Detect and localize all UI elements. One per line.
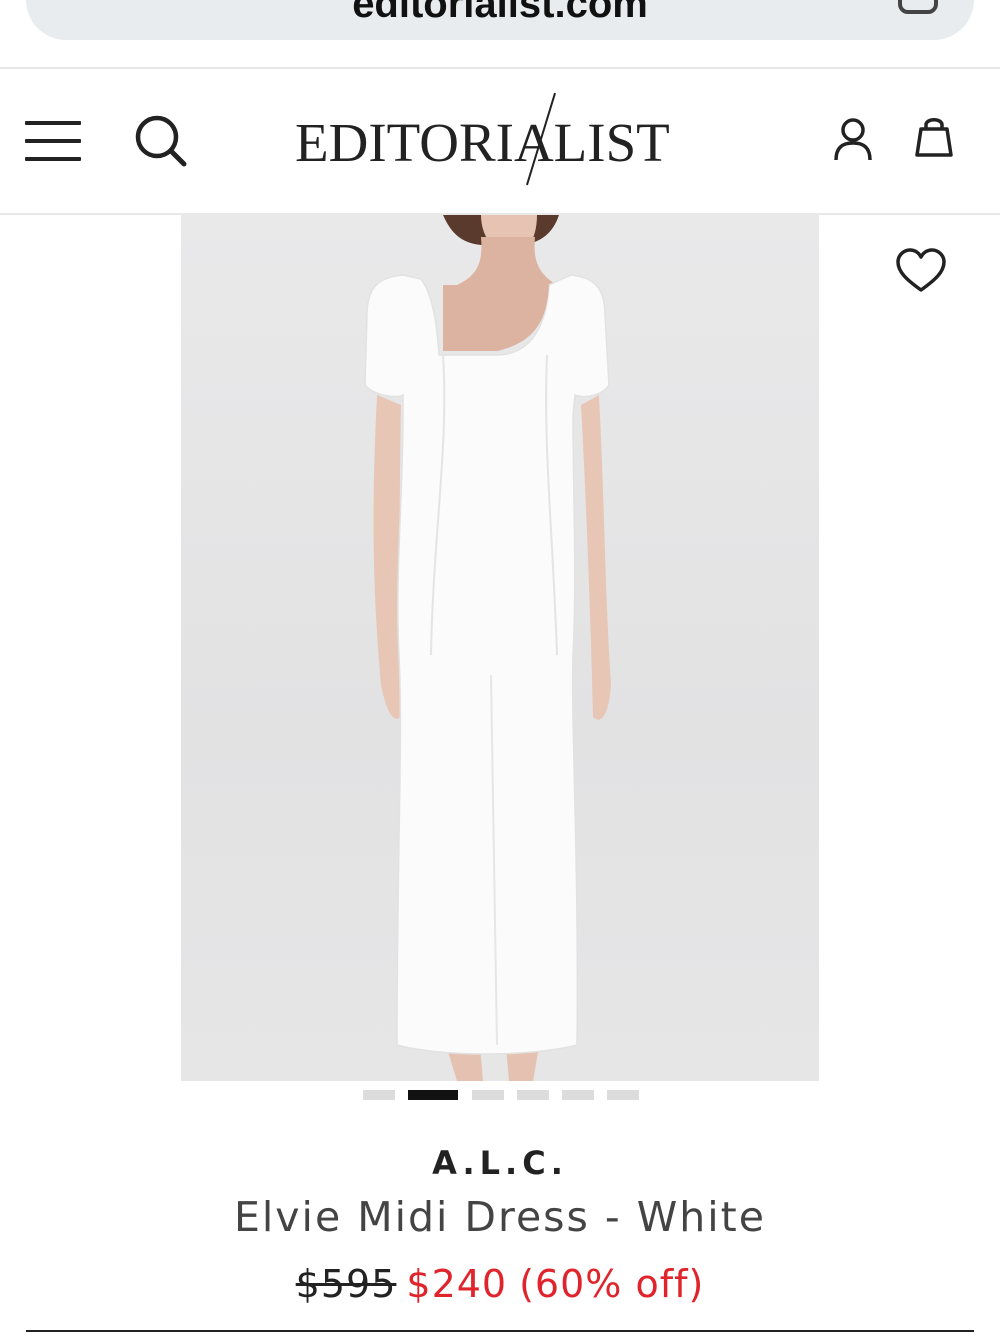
original-price: $595: [295, 1262, 397, 1306]
logo-text: EDITORIALIST: [295, 112, 670, 173]
product-photo: [364, 215, 611, 1081]
heart-icon[interactable]: [895, 248, 947, 294]
discount-label: (60% off): [519, 1262, 705, 1306]
carousel-dot[interactable]: [562, 1090, 594, 1100]
divider: [26, 1330, 974, 1332]
account-icon[interactable]: [833, 117, 873, 161]
site-logo[interactable]: EDITORIALIST: [295, 91, 707, 187]
sale-price: $240: [406, 1262, 508, 1306]
carousel-dot-active[interactable]: [408, 1090, 458, 1100]
carousel-dot[interactable]: [607, 1090, 639, 1100]
product-image[interactable]: [181, 215, 819, 1081]
image-carousel-indicators: [363, 1090, 643, 1102]
price-row: $595 $240 (60% off): [0, 1262, 1000, 1306]
product-name: Elvie Midi Dress - White: [234, 1193, 766, 1241]
menu-icon[interactable]: [25, 121, 81, 161]
site-header: EDITORIALIST: [0, 69, 1000, 215]
bag-icon[interactable]: [913, 115, 955, 159]
browser-url-bar[interactable]: editorialist.com: [26, 0, 974, 40]
carousel-dot[interactable]: [363, 1090, 395, 1100]
carousel-dot[interactable]: [472, 1090, 504, 1100]
url-text: editorialist.com: [352, 0, 648, 26]
carousel-dot[interactable]: [517, 1090, 549, 1100]
search-icon[interactable]: [135, 115, 187, 167]
tabs-icon[interactable]: [898, 0, 938, 14]
product-brand[interactable]: A.L.C.: [0, 1144, 1000, 1182]
